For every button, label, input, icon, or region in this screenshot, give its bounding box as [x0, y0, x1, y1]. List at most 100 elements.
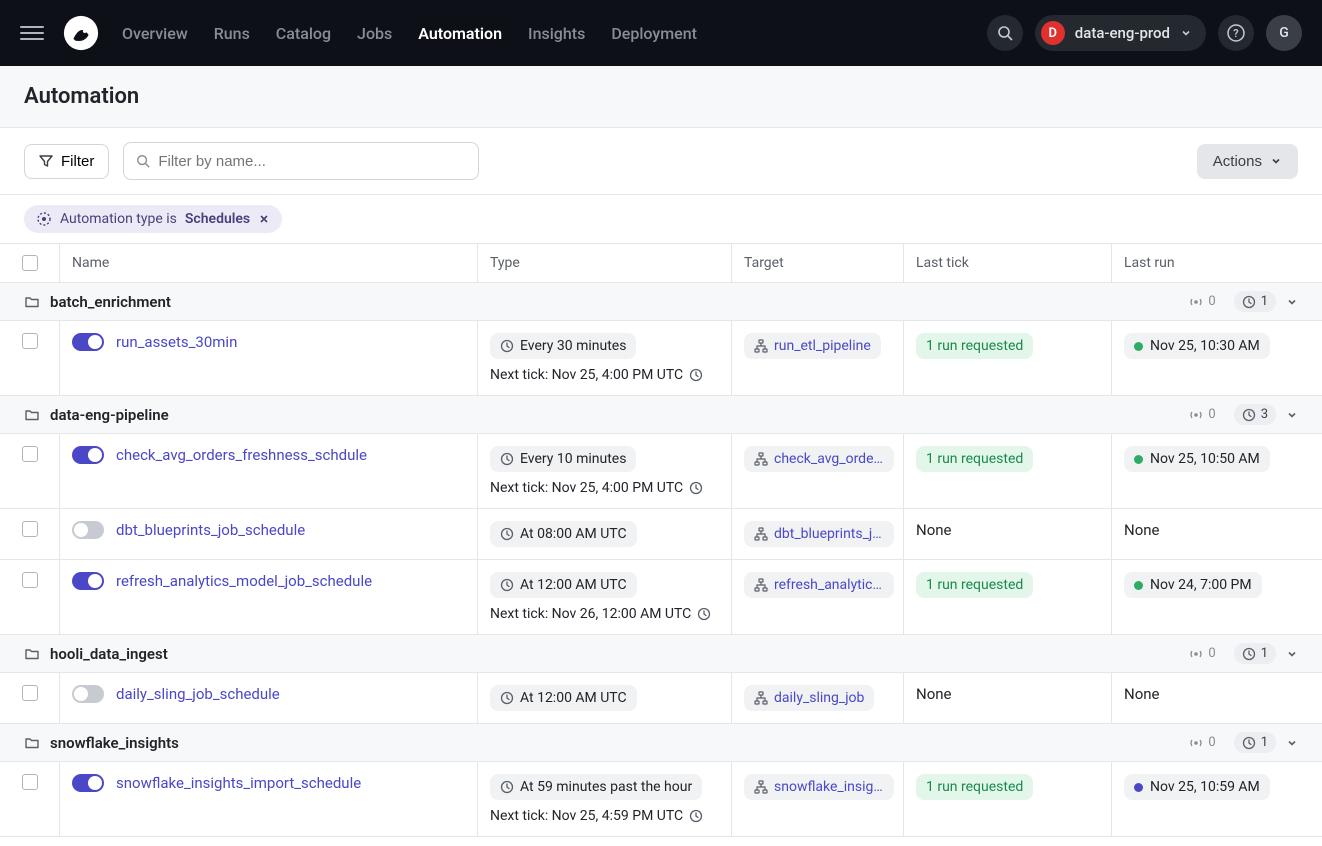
chevron-down-icon[interactable]	[1286, 648, 1298, 660]
schedule-count: 3	[1234, 404, 1276, 425]
nav-link-catalog[interactable]: Catalog	[276, 24, 331, 43]
target-pill[interactable]: daily_sling_job	[744, 685, 874, 711]
automation-name-link[interactable]: check_avg_orders_freshness_schdule	[116, 446, 367, 464]
schedule-pill: At 12:00 AM UTC	[490, 685, 637, 711]
sensor-count: 0	[1181, 643, 1223, 664]
folder-icon	[24, 646, 40, 662]
last-tick-status: 1 run requested	[916, 774, 1033, 800]
next-tick: Next tick: Nov 26, 12:00 AM UTC	[490, 606, 719, 622]
last-run-chip[interactable]: Nov 25, 10:59 AM	[1124, 774, 1270, 800]
search-input[interactable]	[158, 153, 466, 170]
enable-toggle[interactable]	[72, 774, 104, 792]
close-icon[interactable]	[258, 213, 270, 225]
last-tick-status: 1 run requested	[916, 446, 1033, 472]
schedule-pill: At 12:00 AM UTC	[490, 572, 637, 598]
target-pill[interactable]: snowflake_insights	[744, 774, 894, 800]
enable-toggle[interactable]	[72, 521, 104, 539]
folder-icon	[24, 294, 40, 310]
schedule-count: 1	[1234, 732, 1276, 753]
schedule-pill: At 08:00 AM UTC	[490, 521, 637, 547]
filter-chip[interactable]: Automation type is Schedules	[24, 205, 282, 233]
automation-name-link[interactable]: run_assets_30min	[116, 333, 237, 351]
target-pill[interactable]: refresh_analytics_r	[744, 572, 894, 598]
row-checkbox[interactable]	[22, 685, 38, 701]
chevron-down-icon[interactable]	[1286, 409, 1298, 421]
last-tick-status: 1 run requested	[916, 572, 1033, 598]
enable-toggle[interactable]	[72, 572, 104, 590]
target-link[interactable]: run_etl_pipeline	[774, 338, 871, 354]
nav-link-automation[interactable]: Automation	[418, 24, 502, 43]
row-checkbox[interactable]	[22, 446, 38, 462]
deployment-name: data-eng-prod	[1075, 24, 1170, 42]
target-pill[interactable]: check_avg_orders_	[744, 446, 894, 472]
table-row: run_assets_30min Every 30 minutes Next t…	[0, 321, 1322, 396]
search-icon[interactable]	[987, 15, 1023, 51]
chevron-down-icon[interactable]	[1286, 737, 1298, 749]
nav-link-overview[interactable]: Overview	[122, 24, 188, 43]
automation-name-link[interactable]: snowflake_insights_import_schedule	[116, 774, 361, 792]
last-tick-none: None	[916, 521, 952, 539]
target-pill[interactable]: run_etl_pipeline	[744, 333, 881, 359]
svg-text:?: ?	[1233, 27, 1238, 40]
automation-name-link[interactable]: refresh_analytics_model_job_schedule	[116, 572, 372, 590]
actions-button[interactable]: Actions	[1197, 144, 1298, 179]
sensor-count: 0	[1181, 291, 1223, 312]
automation-name-link[interactable]: daily_sling_job_schedule	[116, 685, 280, 703]
actions-label: Actions	[1213, 153, 1262, 170]
target-pill[interactable]: dbt_blueprints_job	[744, 521, 894, 547]
chevron-down-icon	[1270, 155, 1282, 167]
schedule-pill: Every 30 minutes	[490, 333, 636, 359]
row-checkbox[interactable]	[22, 333, 38, 349]
nav-link-jobs[interactable]: Jobs	[357, 24, 392, 43]
status-dot	[1134, 455, 1143, 464]
logo	[62, 14, 100, 52]
table-row: check_avg_orders_freshness_schdule Every…	[0, 434, 1322, 509]
target-link[interactable]: snowflake_insights	[774, 779, 884, 795]
enable-toggle[interactable]	[72, 333, 104, 351]
nav-link-deployment[interactable]: Deployment	[611, 24, 697, 43]
folder-icon	[24, 407, 40, 423]
chevron-down-icon[interactable]	[1286, 296, 1298, 308]
last-tick-status: 1 run requested	[916, 333, 1033, 359]
next-tick: Next tick: Nov 25, 4:59 PM UTC	[490, 808, 719, 824]
nav-link-runs[interactable]: Runs	[214, 24, 250, 43]
schedule-pill: Every 10 minutes	[490, 446, 636, 472]
avatar[interactable]: G	[1266, 15, 1302, 51]
row-checkbox[interactable]	[22, 572, 38, 588]
last-run-chip[interactable]: Nov 25, 10:50 AM	[1124, 446, 1270, 472]
last-run-chip[interactable]: Nov 25, 10:30 AM	[1124, 333, 1270, 359]
table-row: refresh_analytics_model_job_schedule At …	[0, 560, 1322, 635]
target-link[interactable]: refresh_analytics_r	[774, 577, 884, 593]
last-run-none: None	[1124, 521, 1160, 539]
nav-link-insights[interactable]: Insights	[528, 24, 585, 43]
table-row: dbt_blueprints_job_schedule At 08:00 AM …	[0, 509, 1322, 560]
table-row: snowflake_insights_import_schedule At 59…	[0, 762, 1322, 837]
group-row[interactable]: snowflake_insights 0 1	[0, 724, 1322, 762]
deployment-switcher[interactable]: D data-eng-prod	[1035, 15, 1206, 51]
chip-prefix: Automation type is	[60, 211, 177, 227]
group-name: data-eng-pipeline	[50, 406, 169, 424]
row-checkbox[interactable]	[22, 774, 38, 790]
search-input-wrap[interactable]	[123, 142, 479, 180]
last-run-chip[interactable]: Nov 24, 7:00 PM	[1124, 572, 1262, 598]
target-link[interactable]: daily_sling_job	[774, 690, 864, 706]
col-type: Type	[478, 244, 732, 282]
help-icon[interactable]: ?	[1218, 15, 1254, 51]
schedule-pill: At 59 minutes past the hour	[490, 774, 702, 800]
col-name: Name	[60, 244, 478, 282]
row-checkbox[interactable]	[22, 521, 38, 537]
select-all-checkbox[interactable]	[22, 255, 38, 271]
group-row[interactable]: batch_enrichment 0 1	[0, 283, 1322, 321]
filter-button[interactable]: Filter	[24, 144, 109, 179]
target-link[interactable]: check_avg_orders_	[774, 451, 884, 467]
automation-name-link[interactable]: dbt_blueprints_job_schedule	[116, 521, 305, 539]
group-row[interactable]: hooli_data_ingest 0 1	[0, 635, 1322, 673]
menu-icon[interactable]	[20, 21, 44, 45]
enable-toggle[interactable]	[72, 685, 104, 703]
enable-toggle[interactable]	[72, 446, 104, 464]
page-header: Automation	[0, 66, 1322, 128]
target-link[interactable]: dbt_blueprints_job	[774, 526, 884, 542]
col-last-run: Last run	[1112, 244, 1322, 282]
group-row[interactable]: data-eng-pipeline 0 3	[0, 396, 1322, 434]
chip-value: Schedules	[185, 211, 250, 227]
